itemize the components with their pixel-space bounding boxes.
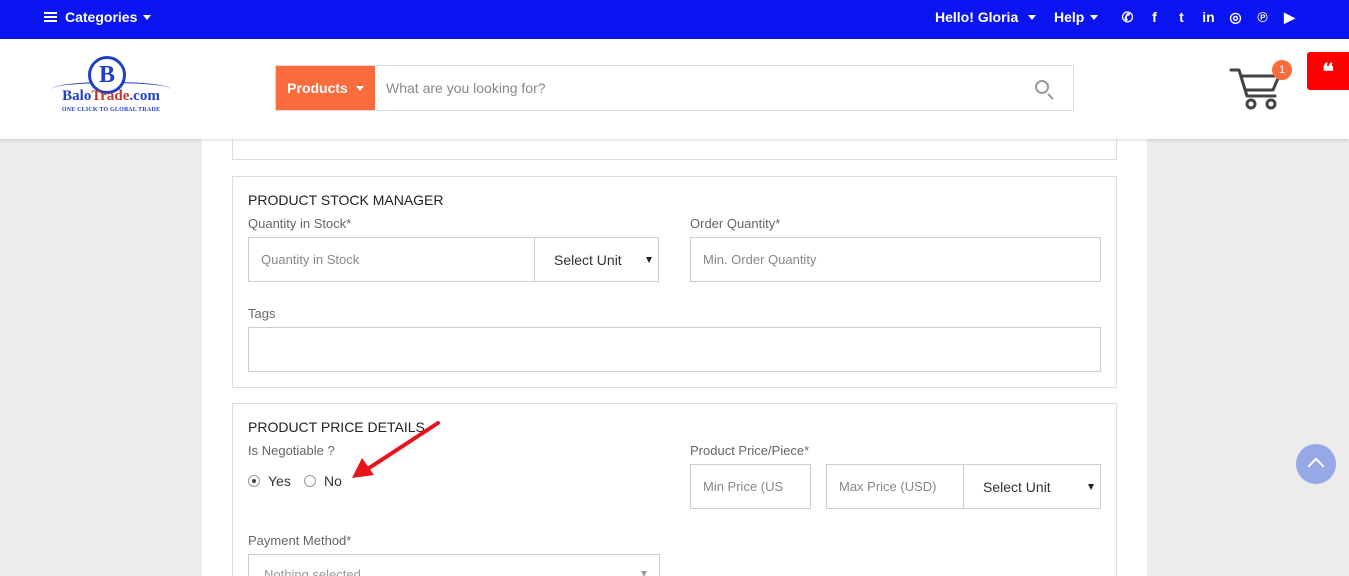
search-icon[interactable] bbox=[1035, 80, 1049, 94]
main-content: PRODUCT STOCK MANAGER Quantity in Stock*… bbox=[202, 120, 1147, 576]
user-menu[interactable]: Hello! Gloria bbox=[935, 9, 1037, 25]
dropdown-arrow-icon bbox=[646, 256, 652, 263]
quantity-in-stock-input[interactable] bbox=[249, 238, 535, 281]
radio-selected-icon bbox=[248, 475, 260, 487]
max-price-field bbox=[826, 464, 964, 509]
quantity-in-stock-label: Quantity in Stock* bbox=[248, 216, 352, 231]
quantity-in-stock-field bbox=[248, 237, 536, 282]
linkedin-icon[interactable]: in bbox=[1195, 8, 1222, 26]
scroll-to-top-button[interactable] bbox=[1296, 444, 1336, 484]
chevron-down-icon bbox=[1028, 14, 1037, 20]
cart-count-badge: 1 bbox=[1272, 60, 1292, 80]
radio-unselected-icon bbox=[304, 475, 316, 487]
tags-field bbox=[248, 327, 1101, 372]
twitter-icon[interactable]: t bbox=[1168, 8, 1195, 26]
search-category-dropdown[interactable]: Products bbox=[276, 66, 375, 110]
price-unit-value: Select Unit bbox=[983, 478, 1051, 495]
search-input[interactable] bbox=[386, 66, 1016, 110]
no-label: No bbox=[324, 473, 342, 489]
order-quantity-field bbox=[690, 237, 1101, 282]
yes-label: Yes bbox=[268, 473, 291, 489]
social-links: ✆ f t in ◎ ℗ ▶ bbox=[1114, 8, 1303, 26]
price-unit-select[interactable]: Select Unit bbox=[963, 464, 1101, 509]
request-quote-button[interactable]: ❝ bbox=[1307, 52, 1349, 90]
min-price-input[interactable] bbox=[691, 465, 810, 508]
facebook-icon[interactable]: f bbox=[1141, 8, 1168, 26]
greeting-text: Hello! Gloria bbox=[935, 9, 1019, 25]
help-menu[interactable]: Help bbox=[1054, 9, 1099, 25]
stock-manager-panel: PRODUCT STOCK MANAGER Quantity in Stock*… bbox=[232, 176, 1117, 388]
payment-method-select[interactable]: Nothing selected bbox=[248, 554, 660, 576]
categories-menu[interactable]: Categories bbox=[44, 9, 152, 25]
pinterest-icon[interactable]: ℗ bbox=[1249, 8, 1276, 26]
negotiable-label: Is Negotiable ? bbox=[248, 443, 335, 458]
search-category-label: Products bbox=[287, 80, 348, 96]
dropdown-arrow-icon bbox=[641, 571, 647, 576]
tags-label: Tags bbox=[248, 306, 276, 321]
hamburger-icon bbox=[44, 12, 57, 22]
negotiable-no-radio[interactable]: No bbox=[304, 473, 342, 489]
chevron-down-icon bbox=[1090, 14, 1099, 20]
payment-method-label: Payment Method* bbox=[248, 533, 352, 548]
tags-input[interactable] bbox=[249, 328, 1100, 371]
logo-tagline: ONE CLICK TO GLOBAL TRADE bbox=[61, 107, 161, 113]
top-bar: Categories Hello! Gloria Help ✆ f t in ◎… bbox=[0, 0, 1349, 39]
site-header: B BaloTrade.com ONE CLICK TO GLOBAL TRAD… bbox=[0, 39, 1349, 139]
cart-button[interactable]: 1 bbox=[1229, 60, 1292, 112]
help-label: Help bbox=[1054, 9, 1085, 25]
max-price-input[interactable] bbox=[827, 465, 963, 508]
logo-name: BaloTrade.com bbox=[62, 88, 160, 104]
annotation-arrow-icon bbox=[352, 421, 440, 478]
search-bar: Products bbox=[275, 65, 1074, 111]
stock-unit-select[interactable]: Select Unit bbox=[534, 237, 659, 282]
dropdown-arrow-icon bbox=[1088, 483, 1094, 490]
categories-label: Categories bbox=[65, 9, 138, 25]
instagram-icon[interactable]: ◎ bbox=[1222, 8, 1249, 26]
site-logo[interactable]: B BaloTrade.com ONE CLICK TO GLOBAL TRAD… bbox=[50, 52, 172, 126]
payment-method-value: Nothing selected bbox=[264, 566, 361, 576]
whatsapp-icon[interactable]: ✆ bbox=[1114, 8, 1141, 26]
chevron-down-icon bbox=[143, 14, 152, 20]
order-quantity-input[interactable] bbox=[691, 238, 1100, 281]
product-price-label: Product Price/Piece* bbox=[690, 443, 810, 458]
youtube-icon[interactable]: ▶ bbox=[1276, 8, 1303, 26]
section-title: PRODUCT STOCK MANAGER bbox=[248, 192, 444, 208]
chevron-down-icon bbox=[355, 85, 364, 91]
order-quantity-label: Order Quantity* bbox=[690, 216, 781, 231]
min-price-field bbox=[690, 464, 811, 509]
stock-unit-value: Select Unit bbox=[554, 251, 622, 268]
negotiable-yes-radio[interactable]: Yes bbox=[248, 473, 291, 489]
